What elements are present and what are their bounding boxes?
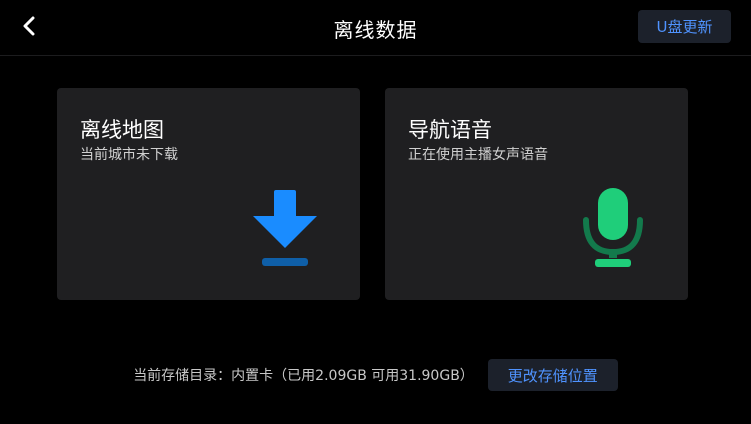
change-storage-button[interactable]: 更改存储位置 xyxy=(487,359,618,391)
download-icon xyxy=(253,190,317,266)
offline-map-card[interactable]: 离线地图 当前城市未下载 xyxy=(57,88,360,300)
nav-voice-status: 正在使用主播女声语音 xyxy=(408,147,548,163)
offline-data-screen: 离线数据 U盘更新 离线地图 当前城市未下载 导航语音 正在使用主播女声语音 当… xyxy=(0,0,751,424)
usb-update-button[interactable]: U盘更新 xyxy=(638,10,731,43)
offline-map-title: 离线地图 xyxy=(80,118,164,142)
header-bar: 离线数据 U盘更新 xyxy=(0,0,751,56)
nav-voice-card[interactable]: 导航语音 正在使用主播女声语音 xyxy=(385,88,688,300)
offline-map-status: 当前城市未下载 xyxy=(80,147,178,163)
microphone-icon xyxy=(583,188,643,267)
nav-voice-title: 导航语音 xyxy=(408,118,492,142)
storage-footer: 当前存储目录：内置卡（已用2.09GB 可用31.90GB） 更改存储位置 xyxy=(0,358,751,392)
storage-info-text: 当前存储目录：内置卡（已用2.09GB 可用31.90GB） xyxy=(133,368,474,384)
